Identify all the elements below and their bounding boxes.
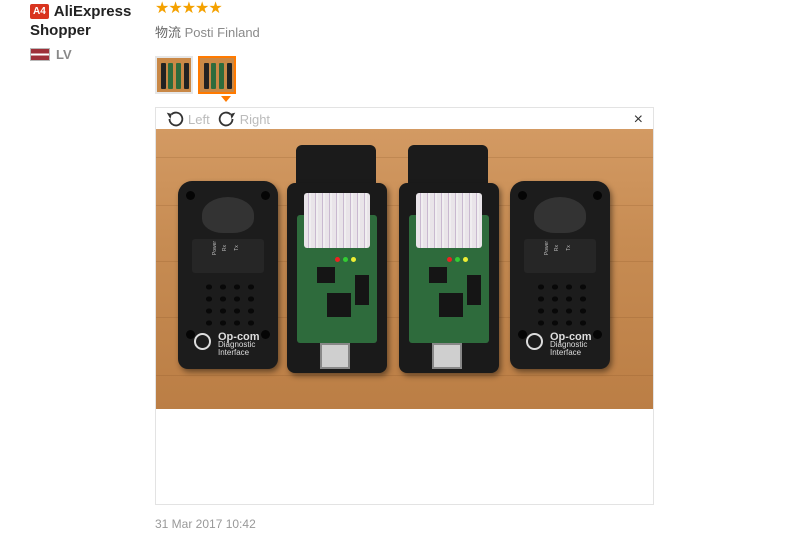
device-open-board-2 bbox=[399, 145, 499, 373]
reviewer-level-badge: A4 bbox=[30, 4, 49, 19]
rotate-right-button[interactable]: Right bbox=[216, 108, 270, 130]
viewer-toolbar: Left Right bbox=[164, 109, 270, 129]
reviewer-name: A4 AliExpress Shopper bbox=[30, 3, 132, 39]
shipping-value: Posti Finland bbox=[184, 25, 260, 40]
rotate-right-icon bbox=[218, 111, 235, 127]
latvia-flag-icon bbox=[30, 48, 50, 61]
shipping-label: 物流 bbox=[155, 25, 182, 40]
review-thumb-2[interactable] bbox=[198, 56, 236, 94]
shipping-info: 物流 Posti Finland bbox=[155, 22, 655, 41]
review-date: 31 Mar 2017 10:42 bbox=[155, 517, 256, 531]
review-thumbnails bbox=[155, 56, 655, 94]
device-case-right: Power Rx Tx Op-com Diagnostic Interface bbox=[510, 181, 610, 369]
review-thumb-1[interactable] bbox=[155, 56, 193, 94]
device-open-board-1 bbox=[287, 145, 387, 373]
active-thumb-pointer bbox=[221, 96, 231, 102]
review-photo: Power Rx Tx Op-com Diagnostic Interface bbox=[156, 129, 653, 409]
country-code: LV bbox=[56, 47, 72, 62]
reviewer-info: A4 AliExpress Shopper LV bbox=[30, 2, 145, 62]
rotate-left-button[interactable]: Left bbox=[164, 108, 210, 130]
device-case-left: Power Rx Tx Op-com Diagnostic Interface bbox=[178, 181, 278, 369]
image-viewer: Left Right × Power Rx Tx Op-com Diagnost… bbox=[155, 107, 654, 505]
rotate-left-icon bbox=[166, 111, 184, 127]
reviewer-country: LV bbox=[30, 47, 145, 62]
device-logo-right: Op-com Diagnostic Interface bbox=[526, 332, 596, 357]
close-viewer-button[interactable]: × bbox=[634, 112, 643, 128]
device-logo-left: Op-com Diagnostic Interface bbox=[194, 332, 264, 357]
star-rating: ★★★★★ bbox=[155, 0, 223, 17]
review-content: ★★★★★ 物流 Posti Finland bbox=[155, 0, 655, 94]
